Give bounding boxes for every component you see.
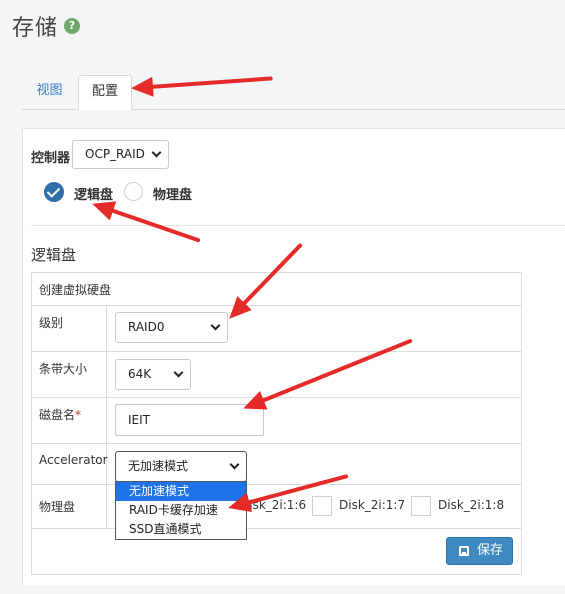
- disk-label[interactable]: Disk_2i:1:8: [438, 498, 504, 512]
- disk-name-label: 磁盘名*: [39, 406, 81, 423]
- create-virtual-disk-form: [31, 272, 522, 575]
- section-title: 逻辑盘: [31, 246, 77, 264]
- level-select[interactable]: RAID0: [115, 312, 228, 343]
- disk-name-input[interactable]: IEIT: [115, 404, 264, 436]
- accelerator-option[interactable]: SSD直通模式: [116, 520, 246, 539]
- divider: [31, 225, 565, 226]
- stripe-size-select-value: 64K: [128, 367, 152, 381]
- controller-select[interactable]: OCP_RAID: [72, 140, 169, 169]
- level-select-value: RAID0: [128, 320, 165, 334]
- radio-physical-disk[interactable]: [124, 182, 143, 201]
- tab-config[interactable]: 配置: [78, 75, 132, 110]
- level-label: 级别: [39, 316, 64, 330]
- chevron-down-icon: [173, 367, 184, 377]
- controller-label: 控制器: [31, 151, 71, 166]
- form-header: 创建虚拟硬盘: [39, 283, 112, 297]
- row-divider: [31, 443, 522, 444]
- chevron-down-icon: [151, 147, 162, 157]
- accelerator-label: Accelerator: [39, 453, 108, 467]
- accelerator-select-value: 无加速模式: [128, 459, 189, 473]
- disk-label[interactable]: Disk_2i:1:7: [339, 498, 405, 512]
- disk-name-input-value: IEIT: [128, 413, 150, 427]
- row-divider: [31, 528, 522, 529]
- controller-select-value: OCP_RAID: [85, 147, 145, 161]
- save-button-label: 保存: [477, 543, 504, 558]
- tab-view[interactable]: 视图: [22, 75, 77, 109]
- chevron-down-icon: [210, 320, 221, 330]
- column-divider: [106, 305, 107, 528]
- disk-checkbox[interactable]: [312, 496, 332, 516]
- help-icon[interactable]: ?: [64, 18, 80, 34]
- save-button[interactable]: 保存: [446, 537, 513, 565]
- disk-checkbox[interactable]: [411, 496, 431, 516]
- accelerator-select[interactable]: 无加速模式: [115, 451, 247, 482]
- chevron-down-icon: [229, 459, 240, 469]
- stripe-size-select[interactable]: 64K: [115, 359, 191, 390]
- row-divider: [31, 305, 522, 306]
- stripe-size-label: 条带大小: [39, 362, 88, 376]
- radio-physical-label[interactable]: 物理盘: [153, 184, 192, 203]
- row-divider: [31, 484, 522, 485]
- row-divider: [31, 351, 522, 352]
- required-mark: *: [75, 408, 82, 422]
- accelerator-dropdown: 无加速模式 RAID卡缓存加速 SSD直通模式: [115, 481, 247, 540]
- physical-disk-label: 物理盘: [39, 500, 76, 514]
- disk-name-label-text: 磁盘名: [39, 408, 76, 422]
- page-title: 存储: [12, 16, 59, 41]
- save-icon: [459, 546, 469, 556]
- radio-logical-disk[interactable]: [44, 182, 64, 202]
- annotation-arrow: [134, 76, 273, 90]
